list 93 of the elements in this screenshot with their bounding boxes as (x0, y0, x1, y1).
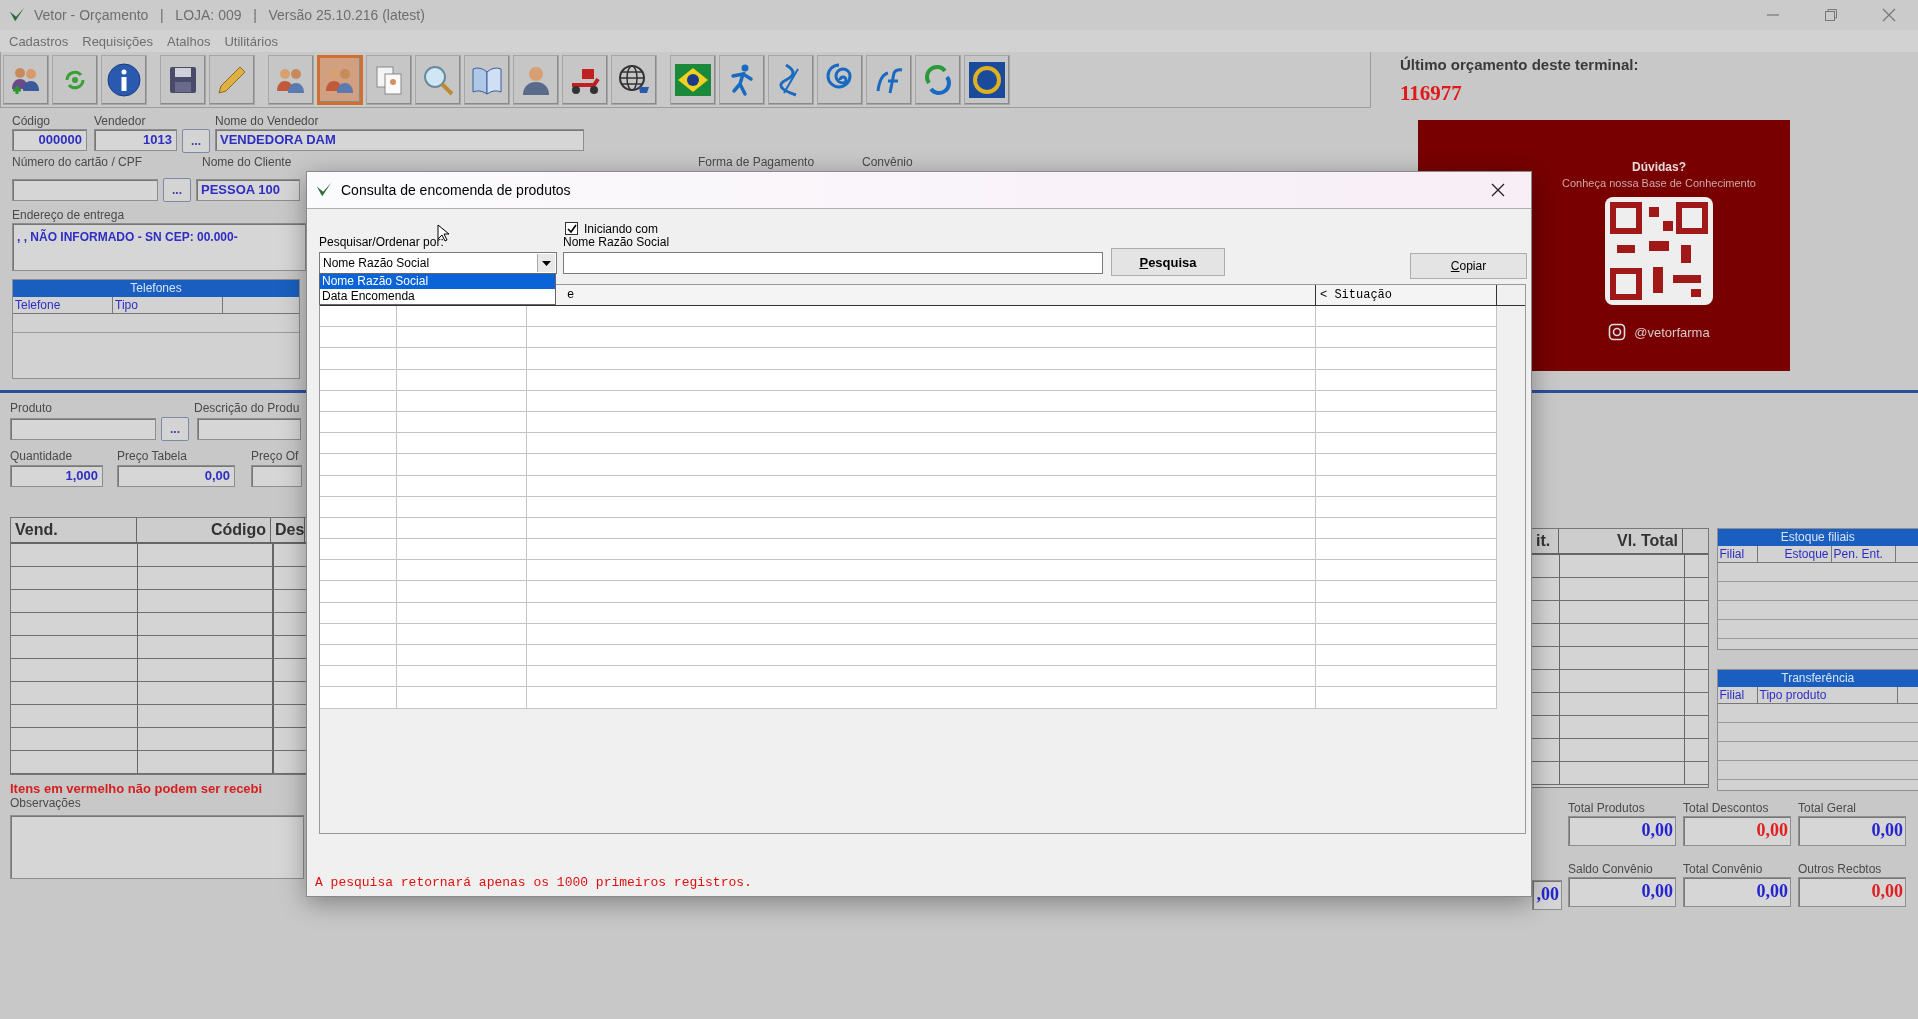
starts-with-checkbox[interactable]: Iniciando com (563, 221, 1103, 236)
menu-item[interactable]: Utilitários (224, 33, 278, 49)
address-field[interactable]: , , NÃO INFORMADO - SN CEP: 00.000- (12, 223, 306, 271)
toolbar-button[interactable] (964, 54, 1010, 105)
lookup-button[interactable]: ... (163, 178, 191, 202)
dialog-title: Consulta de encomenda de produtos (341, 182, 571, 198)
toolbar-button[interactable] (160, 54, 206, 105)
field-label: Convênio (862, 156, 913, 169)
toolbar-button[interactable] (101, 54, 147, 105)
field-label: Saldo Convênio (1568, 861, 1654, 877)
ring-icon (968, 60, 1006, 99)
instagram-icon (1608, 323, 1627, 341)
field-label: Total Geral (1798, 801, 1858, 816)
dropdown-arrow-icon (542, 260, 551, 266)
column-header: Filial (1717, 687, 1758, 703)
column-header: Estoque (1757, 546, 1832, 562)
field-label: Observações (10, 796, 82, 811)
lookup-button[interactable]: ... (161, 417, 189, 441)
column-header[interactable]: < Situação (1316, 285, 1497, 305)
field-label: Endereço de entrega (12, 208, 126, 223)
field-label: Quantidade (10, 449, 74, 464)
column-header: Tipo produto (1757, 687, 1898, 703)
field-label: Preço Tabela (117, 449, 188, 464)
total-field: ,00 (1532, 880, 1562, 910)
column-header: Telefone (13, 297, 113, 313)
field-label: Preço Of (251, 449, 299, 464)
seller-name-field[interactable]: VENDEDORA DAM (215, 129, 584, 151)
menu-item[interactable]: Cadastros (9, 33, 69, 49)
total-field: 0,00 (1683, 876, 1791, 907)
field-label: Pesquisar/Ordenar por: (319, 236, 445, 249)
field-label: Produto (10, 401, 54, 416)
checkmark-icon (566, 223, 577, 234)
column-header: Vend. (11, 518, 137, 542)
last-quote-number: 116977 (1400, 81, 1463, 106)
field-label: Outros Recbtos (1798, 861, 1883, 877)
column-header: Código (137, 518, 271, 542)
column-header: Des (271, 518, 305, 542)
product-description-field[interactable] (197, 418, 301, 440)
field-label: Nome do Vendedor (215, 114, 320, 129)
social-handle: @vetorfarma (1634, 324, 1710, 340)
total-field: 0,00 (1568, 876, 1676, 907)
total-field: 0,00 (1798, 876, 1906, 907)
restore-icon[interactable] (1824, 8, 1838, 22)
column-header: Filial (1717, 546, 1758, 562)
search-button[interactable]: Pesquisa (1111, 248, 1225, 276)
last-quote-label: Último orçamento deste terminal: (1400, 56, 1640, 73)
field-label: Descrição do Produ (194, 401, 300, 416)
warning-text: Itens em vermelho não podem ser recebi (10, 781, 264, 796)
documents-icon (373, 63, 405, 96)
table-title: Transferência (1717, 670, 1918, 687)
window-title: Vetor - Orçamento | LOJA: 009 | Versão 25.10.216 (latest) (34, 7, 425, 23)
close-icon[interactable] (1491, 183, 1505, 197)
banner-title: Dúvidas? (1632, 160, 1686, 174)
field-label: Vendedor (94, 114, 147, 129)
menu-item[interactable]: Atalhos (167, 33, 211, 49)
total-field: 0,00 (1798, 816, 1906, 846)
total-field: 0,00 (1683, 816, 1791, 846)
toolbar-button[interactable] (3, 54, 49, 105)
toolbar-button[interactable] (611, 54, 657, 105)
info-icon (106, 61, 142, 98)
dropdown-option[interactable]: Nome Razão Social (320, 274, 555, 289)
lookup-button[interactable]: ... (182, 129, 210, 153)
toolbar-button[interactable] (562, 54, 608, 105)
total-field: 0,00 (1568, 816, 1676, 846)
column-header: Tipo (113, 297, 223, 313)
product-code-field[interactable] (10, 418, 156, 440)
menu-item[interactable]: Requisições (82, 33, 154, 49)
column-header: Pen. Ent. (1831, 546, 1896, 562)
field-label: Total Convênio (1683, 861, 1764, 877)
table-title: Telefones (13, 280, 299, 297)
card-number-field[interactable] (12, 179, 158, 201)
banner-subtitle: Conheça nossa Base de Conhecimento (1562, 177, 1756, 189)
field-label: Código (12, 114, 52, 129)
price-field[interactable]: 0,00 (117, 465, 235, 487)
field-label: Nome do Cliente (202, 156, 293, 169)
code-field[interactable]: 000000 (12, 129, 87, 151)
seller-code-field[interactable]: 1013 (94, 129, 177, 151)
field-label: Número do cartão / CPF (12, 156, 144, 169)
info-note: A pesquisa retornará apenas os 1000 primeiros registros. (315, 875, 753, 890)
field-label: Total Produtos (1568, 801, 1646, 816)
copy-button[interactable]: Copiar (1410, 253, 1527, 279)
column-header: Vl. Total (1559, 529, 1683, 553)
offer-price-field[interactable] (251, 465, 302, 487)
field-label: Nome Razão Social (563, 236, 671, 249)
field-label: Forma de Pagamento (698, 156, 816, 169)
quantity-field[interactable]: 1,000 (10, 465, 103, 487)
field-label: Total Descontos (1683, 801, 1770, 816)
search-by-dropdown[interactable]: Nome Razão Social (319, 252, 557, 274)
table-title: Estoque filiais (1717, 529, 1918, 546)
search-input[interactable] (563, 252, 1103, 274)
observations-field[interactable] (10, 815, 304, 879)
toolbar-button[interactable] (670, 54, 716, 105)
customer-name-field[interactable]: PESSOA 100 (196, 179, 300, 201)
